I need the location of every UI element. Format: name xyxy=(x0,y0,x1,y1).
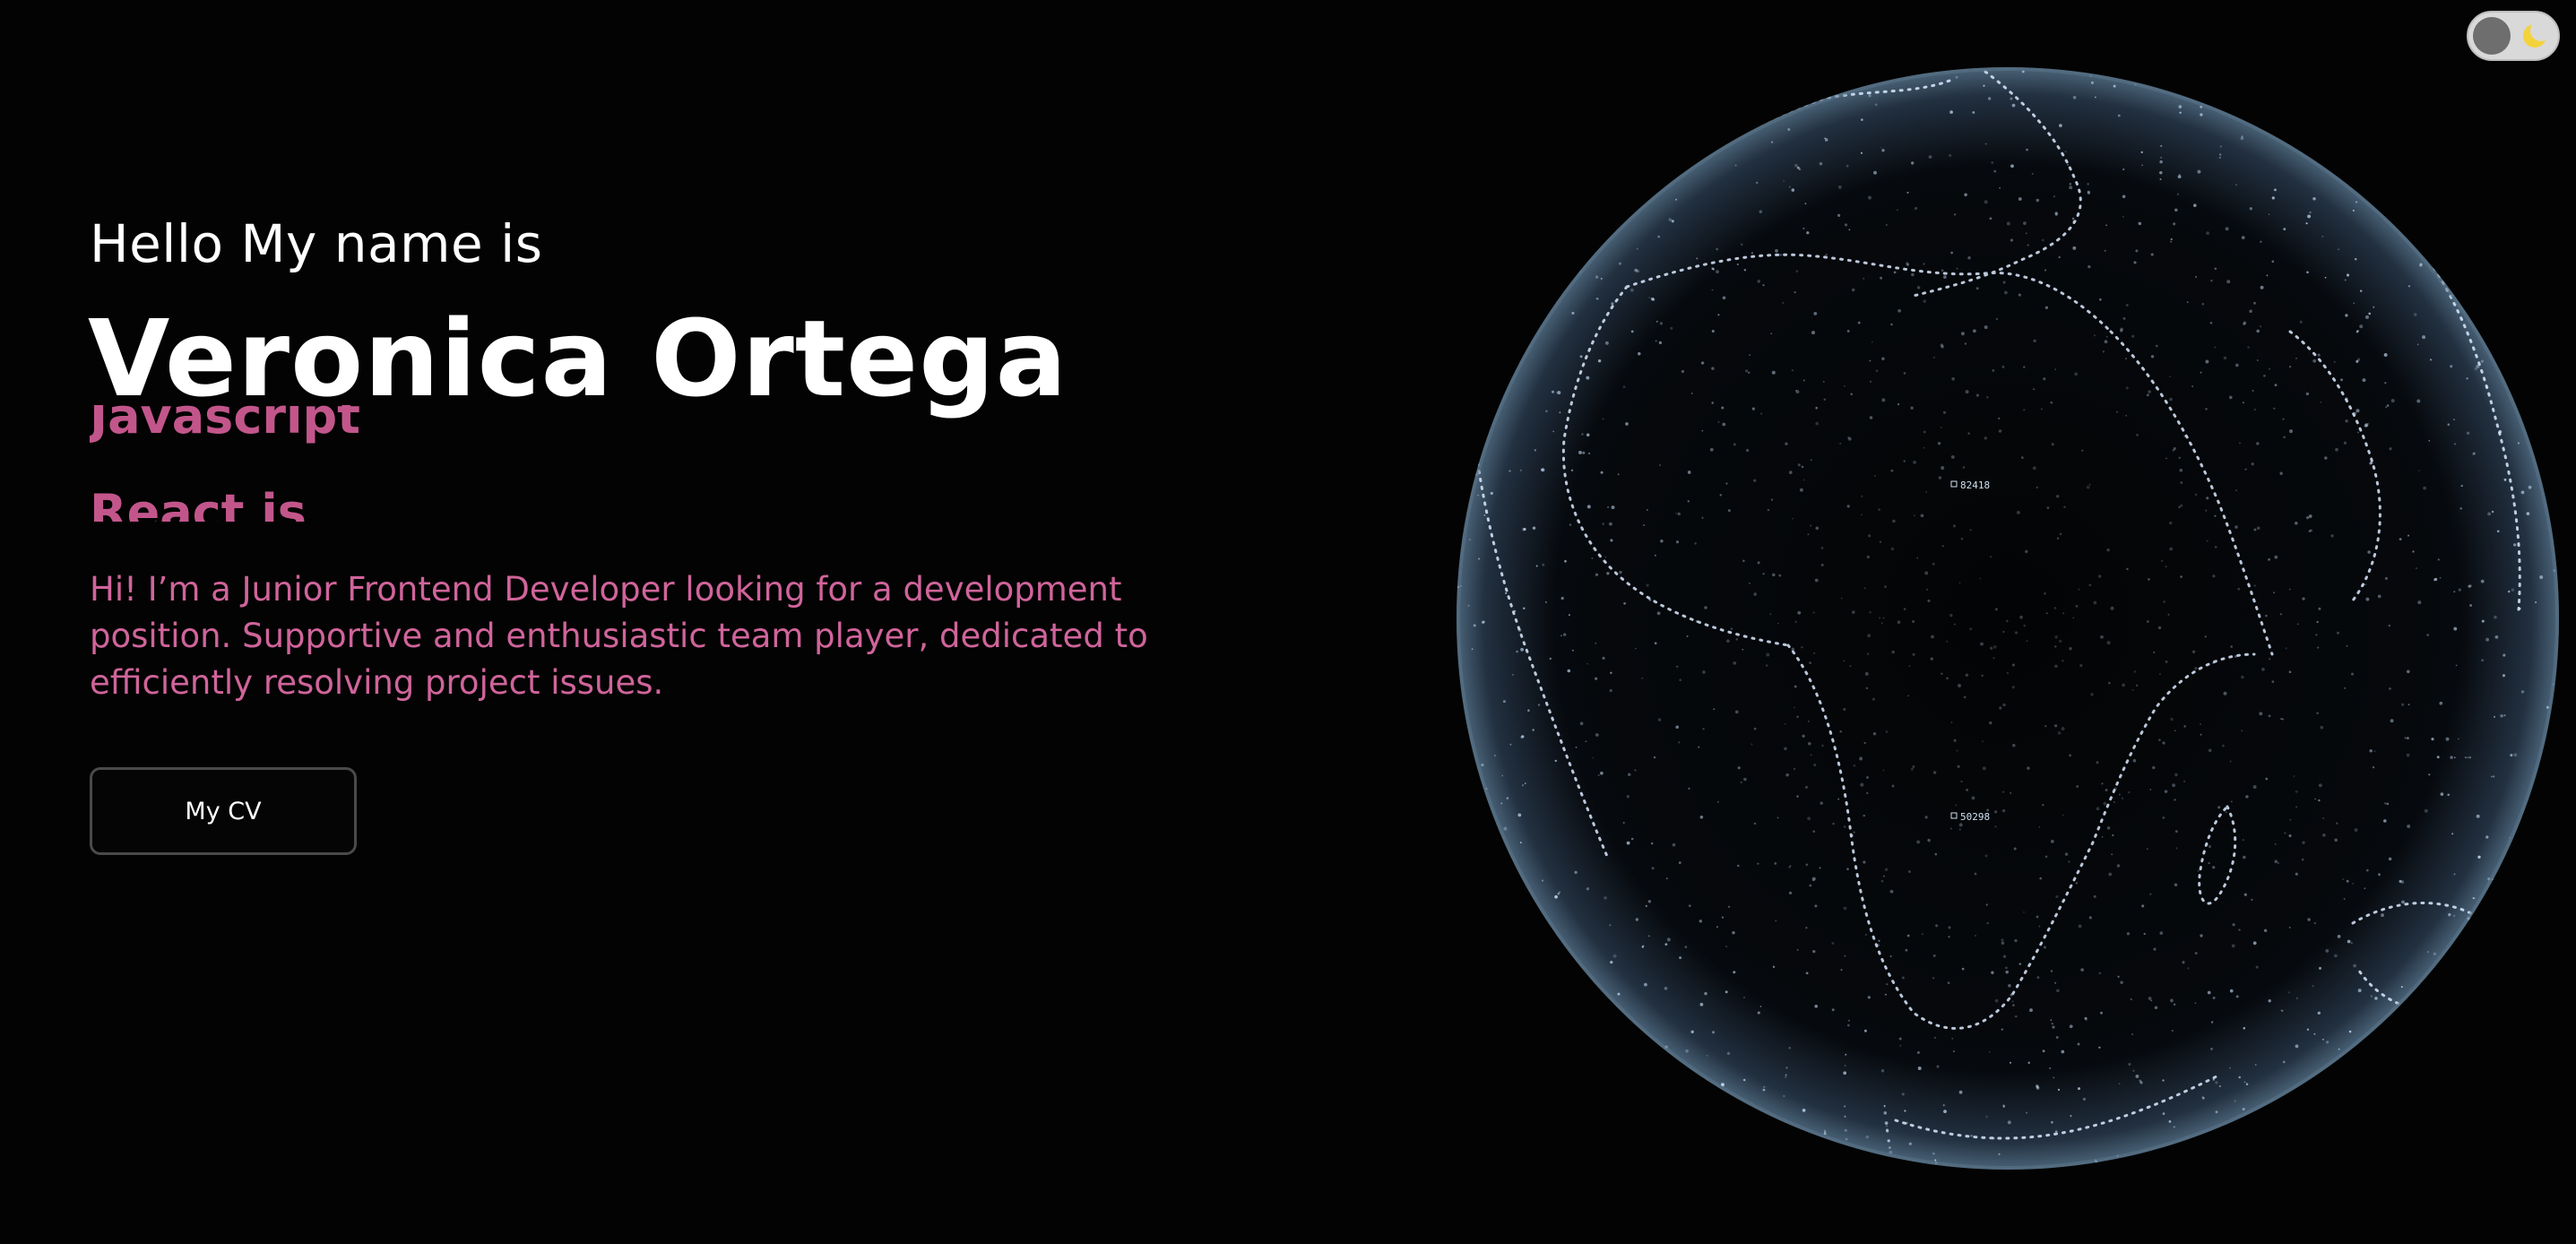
toggle-knob xyxy=(2473,17,2511,55)
globe-label: 50298 xyxy=(1960,811,1990,823)
portfolio-hero-page: Hello My name is Veronica Ortega Javascr… xyxy=(0,0,2576,1244)
name-heading: Veronica Ortega xyxy=(88,297,1068,420)
bio-text: Hi! I’m a Junior Frontend Developer look… xyxy=(90,570,1148,702)
my-cv-button[interactable]: My CV xyxy=(90,767,357,855)
greeting-text: Hello My name is xyxy=(90,213,543,274)
globe-sphere xyxy=(1457,67,2559,1170)
globe-label: 82418 xyxy=(1960,479,1990,491)
globe-visual: 82418 50298 xyxy=(1457,67,2559,1170)
moon-icon xyxy=(2523,20,2552,48)
rotating-skills: Javascript React js xyxy=(90,405,538,522)
skill-item: Javascript xyxy=(90,405,360,445)
theme-toggle[interactable] xyxy=(2467,11,2560,61)
skill-item: React js xyxy=(90,484,307,522)
